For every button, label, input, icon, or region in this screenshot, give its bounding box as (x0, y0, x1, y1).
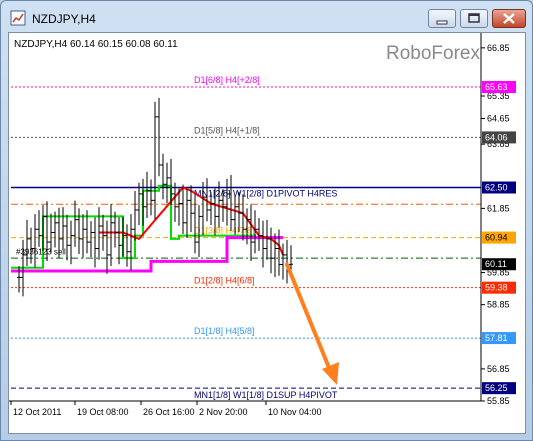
price-label: 62.50 (485, 183, 508, 193)
level-label: D1[1/8] H4[5/8] (194, 326, 255, 336)
chart-info: NZDJPY,H4 60.14 60.15 60.08 60.11 (14, 39, 178, 50)
price-label: 60.11 (485, 259, 507, 269)
price-tick-label: 56.85 (487, 364, 510, 374)
price-tick-label: 64.65 (487, 113, 510, 123)
close-icon (503, 13, 515, 24)
time-tick-label: 19 Oct 08:00 (77, 407, 129, 417)
level-label: D1[2/8] H4[6/8] (194, 276, 255, 286)
watermark: RoboForex (386, 43, 480, 64)
time-tick-label: 2 Nov 20:00 (199, 407, 248, 417)
chart-app-icon (10, 10, 26, 26)
level-label: MN1[1/8] W1[1/8] D1SUP H4PIVOT (194, 390, 338, 400)
price-tick-label: 55.85 (487, 396, 510, 406)
level-label: D1[6/8] H4[+2/8] (194, 75, 260, 85)
forecast-arrow-head (322, 361, 339, 385)
chart-canvas[interactable]: D1[6/8] H4[+2/8] D1[5/8] H4[+1/8] MN1[2/8]… (9, 33, 525, 433)
price-label: 64.06 (485, 132, 508, 142)
window-title: NZDJPY,H4 (32, 12, 96, 26)
chart-window: NZDJPY,H4 D1[6/8] H4[+2/8] D1[5/8] H4[+1/… (0, 0, 533, 441)
time-tick-label: 26 Oct 16:00 (143, 407, 195, 417)
price-label: 65.63 (485, 82, 508, 92)
minimize-icon (436, 20, 448, 25)
close-button[interactable] (492, 9, 526, 28)
minimize-button[interactable] (428, 9, 456, 28)
price-label: 56.25 (485, 383, 508, 393)
level-label: D1[5/8] H4[+1/8] (194, 125, 260, 135)
price-label: 59.38 (485, 283, 508, 293)
price-tick-label: 61.85 (487, 203, 510, 213)
price-tick-label: 66.85 (487, 43, 510, 53)
level-label: MN1[2/8] W1[2/8] D1PIVOT H4RES (194, 189, 337, 199)
title-bar[interactable]: NZDJPY,H4 (1, 1, 533, 35)
time-tick-label: 12 Oct 2011 (13, 407, 61, 417)
forecast-arrow (285, 262, 334, 377)
maximize-icon (468, 13, 480, 23)
maximize-button[interactable] (460, 9, 488, 28)
order-annotation: #3936123 sell (16, 248, 66, 257)
price-tick-label: 58.85 (487, 300, 510, 310)
price-chart[interactable]: D1[6/8] H4[+2/8] D1[5/8] H4[+1/8] MN1[2/8]… (8, 32, 526, 434)
price-label: 60.94 (485, 233, 508, 243)
price-label: 57.81 (485, 333, 508, 343)
time-tick-label: 10 Nov 04:00 (268, 407, 322, 417)
